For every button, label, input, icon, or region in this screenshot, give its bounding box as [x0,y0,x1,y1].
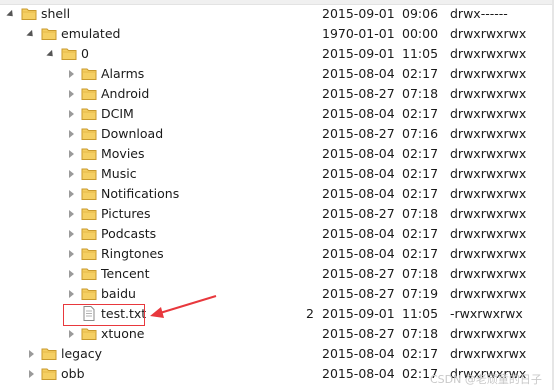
watermark: CSDN @老顽童的日子 [430,373,542,386]
annotation-arrow-icon [150,295,217,318]
